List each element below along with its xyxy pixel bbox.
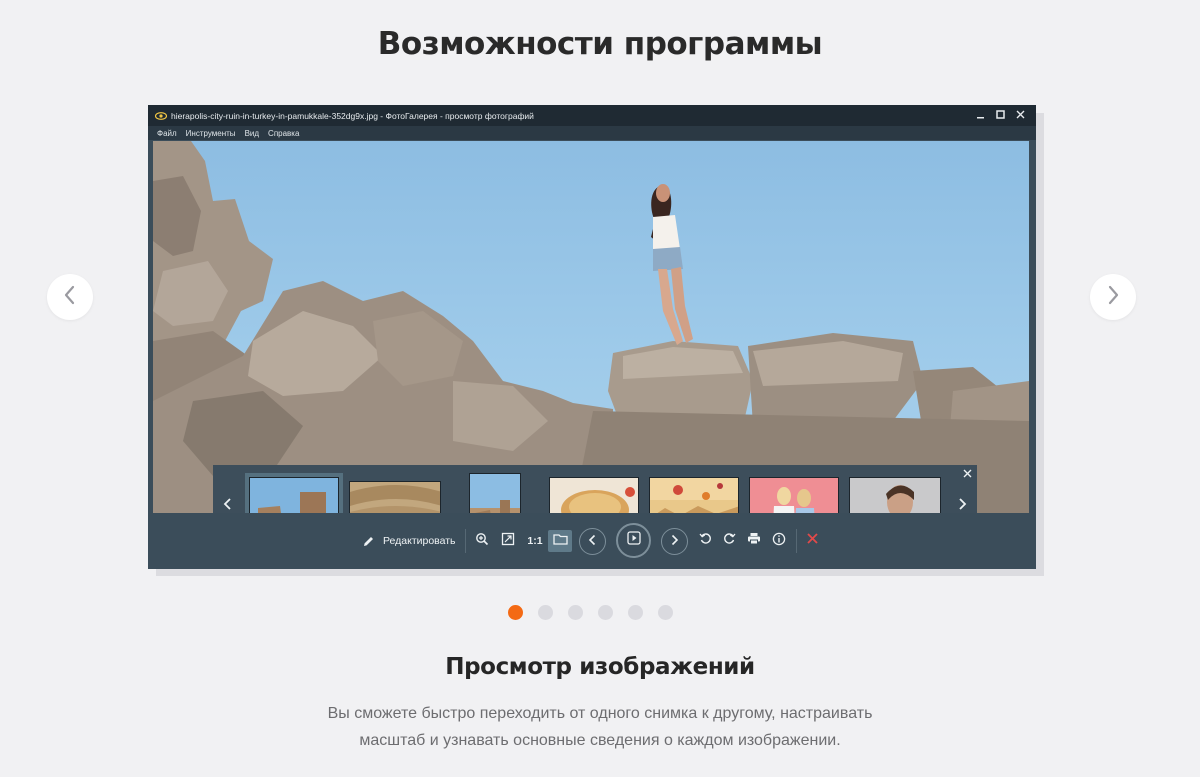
actual-size-button[interactable]: 1:1 <box>524 531 546 551</box>
minimize-button[interactable] <box>972 108 988 122</box>
open-folder-button[interactable] <box>548 530 572 552</box>
rotate-right-button[interactable] <box>720 531 738 551</box>
thumbnail-two-girls[interactable] <box>747 473 839 513</box>
fit-screen-button[interactable] <box>498 531 518 551</box>
girl-figure <box>651 184 693 345</box>
bottom-toolbar: Редактировать 1:1 <box>148 513 1036 569</box>
thumbnail-balloons-image <box>650 478 738 513</box>
carousel-dot-3[interactable] <box>568 605 583 620</box>
menu-file[interactable]: Файл <box>157 129 177 138</box>
toolbar-divider <box>796 529 797 553</box>
feature-title: Просмотр изображений <box>445 654 755 680</box>
delete-icon <box>806 532 819 550</box>
rotate-right-icon <box>723 532 736 550</box>
eye-icon <box>154 107 168 125</box>
carousel-pagination <box>508 605 673 620</box>
window-title: hierapolis-city-ruin-in-turkey-in-pamukk… <box>171 110 534 121</box>
thumbnail-ruins-portrait[interactable] <box>465 473 521 513</box>
pencil-icon <box>362 535 375 548</box>
fit-screen-icon <box>501 532 515 551</box>
chevron-right-icon <box>1106 285 1120 310</box>
photo-ruins-scene <box>153 141 1029 513</box>
chevron-left-icon <box>223 497 233 514</box>
next-icon <box>670 533 679 551</box>
feature-description: Вы сможете быстро переходить от одного с… <box>250 700 950 754</box>
zoom-in-button[interactable] <box>472 531 492 551</box>
delete-button[interactable] <box>802 531 822 551</box>
next-photo-button[interactable] <box>661 528 688 555</box>
thumbnail-strip <box>213 465 977 513</box>
thumbnail-ruins[interactable] <box>245 473 343 513</box>
main-photo <box>153 141 1029 513</box>
print-button[interactable] <box>745 531 763 551</box>
chevron-right-icon <box>957 497 967 514</box>
thumbnail-woman-portrait[interactable] <box>847 473 941 513</box>
thumbnail-ruins-portrait-image <box>470 474 520 513</box>
carousel-dot-6[interactable] <box>658 605 673 620</box>
menu-bar: Файл Инструменты Вид Справка <box>148 126 1036 140</box>
rotate-left-button[interactable] <box>696 531 714 551</box>
feature-description-line-1: Вы сможете быстро переходить от одного с… <box>327 705 873 722</box>
thumbnail-two-girls-image <box>750 478 838 513</box>
thumbnail-woman-portrait-image <box>850 478 940 513</box>
carousel-prev-button[interactable] <box>47 274 93 320</box>
thumbnail-amphitheater-image <box>350 482 440 513</box>
play-icon <box>626 531 641 550</box>
minimize-icon <box>976 106 985 124</box>
close-icon <box>963 465 972 483</box>
menu-tools[interactable]: Инструменты <box>186 129 236 138</box>
thumbnails-prev-button[interactable] <box>217 491 239 513</box>
menu-help[interactable]: Справка <box>268 129 299 138</box>
window-titlebar: hierapolis-city-ruin-in-turkey-in-pamukk… <box>148 105 1036 126</box>
thumbnails-close-button[interactable] <box>961 468 973 480</box>
thumbnails-next-button[interactable] <box>951 491 973 513</box>
previous-icon <box>588 533 597 551</box>
maximize-button[interactable] <box>992 108 1008 122</box>
maximize-icon <box>995 106 1005 124</box>
carousel-dot-5[interactable] <box>628 605 643 620</box>
info-icon <box>772 532 786 551</box>
menu-view[interactable]: Вид <box>245 129 259 138</box>
page-title: Возможности программы <box>377 26 823 62</box>
close-window-button[interactable] <box>1012 108 1028 122</box>
previous-photo-button[interactable] <box>579 528 606 555</box>
close-icon <box>1016 106 1025 124</box>
zoom-in-icon <box>475 532 489 551</box>
carousel-dot-2[interactable] <box>538 605 553 620</box>
edit-button-label: Редактировать <box>383 535 456 547</box>
folder-icon <box>552 532 568 550</box>
carousel-dot-4[interactable] <box>598 605 613 620</box>
feature-description-line-2: масштаб и узнавать основные сведения о к… <box>359 732 841 749</box>
edit-button[interactable]: Редактировать <box>362 531 458 551</box>
thumbnail-balloons[interactable] <box>647 473 739 513</box>
carousel-dot-1[interactable] <box>508 605 523 620</box>
thumbnail-pie[interactable] <box>547 473 639 513</box>
rotate-left-icon <box>699 532 712 550</box>
chevron-left-icon <box>63 285 77 310</box>
thumbnail-amphitheater[interactable] <box>347 473 445 513</box>
toolbar-divider <box>465 529 466 553</box>
app-window: hierapolis-city-ruin-in-turkey-in-pamukk… <box>148 105 1036 569</box>
slideshow-play-button[interactable] <box>616 523 651 558</box>
carousel-next-button[interactable] <box>1090 274 1136 320</box>
thumbnail-pie-image <box>550 478 638 513</box>
info-button[interactable] <box>770 531 788 551</box>
print-icon <box>747 532 761 550</box>
actual-size-label: 1:1 <box>527 535 543 547</box>
thumbnail-ruins-image <box>250 478 338 513</box>
